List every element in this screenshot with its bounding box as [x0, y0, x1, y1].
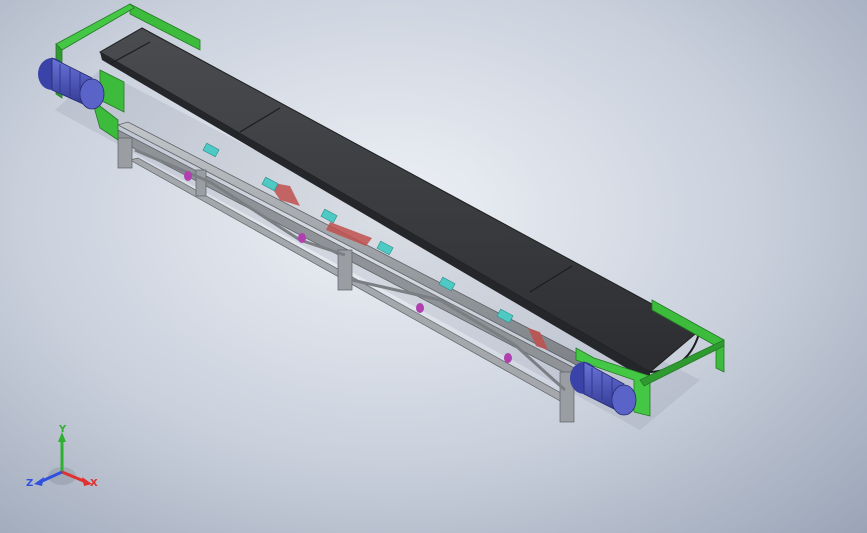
conveyor-belt[interactable]	[98, 27, 701, 382]
view-triad[interactable]: Y X Z	[26, 424, 98, 489]
axis-y-label: Y	[58, 424, 67, 435]
axis-x-label: X	[90, 478, 98, 489]
axis-z-label: Z	[26, 478, 33, 489]
cad-viewport[interactable]: Y X Z	[0, 0, 867, 533]
